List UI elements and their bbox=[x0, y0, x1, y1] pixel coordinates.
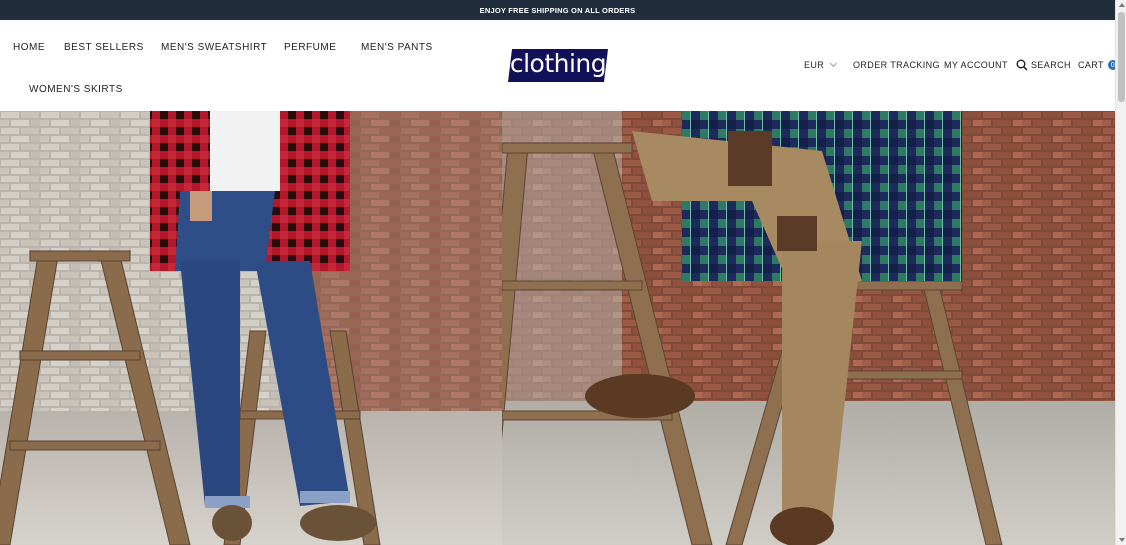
hero-left-photo bbox=[0, 111, 502, 545]
currency-label: EUR bbox=[804, 60, 825, 70]
site-logo[interactable]: clothing bbox=[508, 49, 608, 82]
search-label: SEARCH bbox=[1031, 60, 1071, 70]
announcement-text: ENJOY FREE SHIPPING ON ALL ORDERS bbox=[479, 5, 636, 15]
nav-mens-sweatshirt[interactable]: MEN'S SWEATSHIRT bbox=[161, 42, 267, 53]
cart-label: CART bbox=[1078, 60, 1104, 70]
scroll-up-arrow-icon[interactable] bbox=[1119, 3, 1125, 7]
page-scrollbar[interactable] bbox=[1115, 0, 1126, 545]
site-header: HOME BEST SELLERS MEN'S SWEATSHIRT PERFU… bbox=[0, 20, 1118, 111]
hero-image-left[interactable] bbox=[0, 111, 502, 545]
scrollbar-thumb[interactable] bbox=[1118, 12, 1125, 102]
cart-button[interactable]: CART 0 bbox=[1078, 60, 1118, 70]
nav-best-sellers[interactable]: BEST SELLERS bbox=[64, 42, 144, 53]
hero-right-photo bbox=[502, 111, 1115, 545]
nav-mens-pants[interactable]: MEN'S PANTS bbox=[361, 42, 433, 53]
announcement-bar: ENJOY FREE SHIPPING ON ALL ORDERS bbox=[0, 0, 1115, 20]
search-icon bbox=[1016, 59, 1028, 71]
nav-womens-skirts[interactable]: WOMEN'S SKIRTS bbox=[29, 84, 123, 95]
scroll-down-arrow-icon[interactable] bbox=[1119, 538, 1125, 542]
order-tracking-link[interactable]: ORDER TRACKING bbox=[853, 60, 940, 70]
hero-image-right[interactable] bbox=[502, 111, 1115, 545]
hero-banner[interactable] bbox=[0, 111, 1115, 545]
my-account-link[interactable]: MY ACCOUNT bbox=[944, 60, 1008, 70]
search-button[interactable]: SEARCH bbox=[1016, 59, 1071, 71]
nav-home[interactable]: HOME bbox=[13, 42, 45, 53]
nav-perfume[interactable]: PERFUME bbox=[284, 42, 336, 53]
chevron-down-icon bbox=[830, 59, 838, 68]
currency-selector[interactable]: EUR bbox=[804, 59, 838, 70]
